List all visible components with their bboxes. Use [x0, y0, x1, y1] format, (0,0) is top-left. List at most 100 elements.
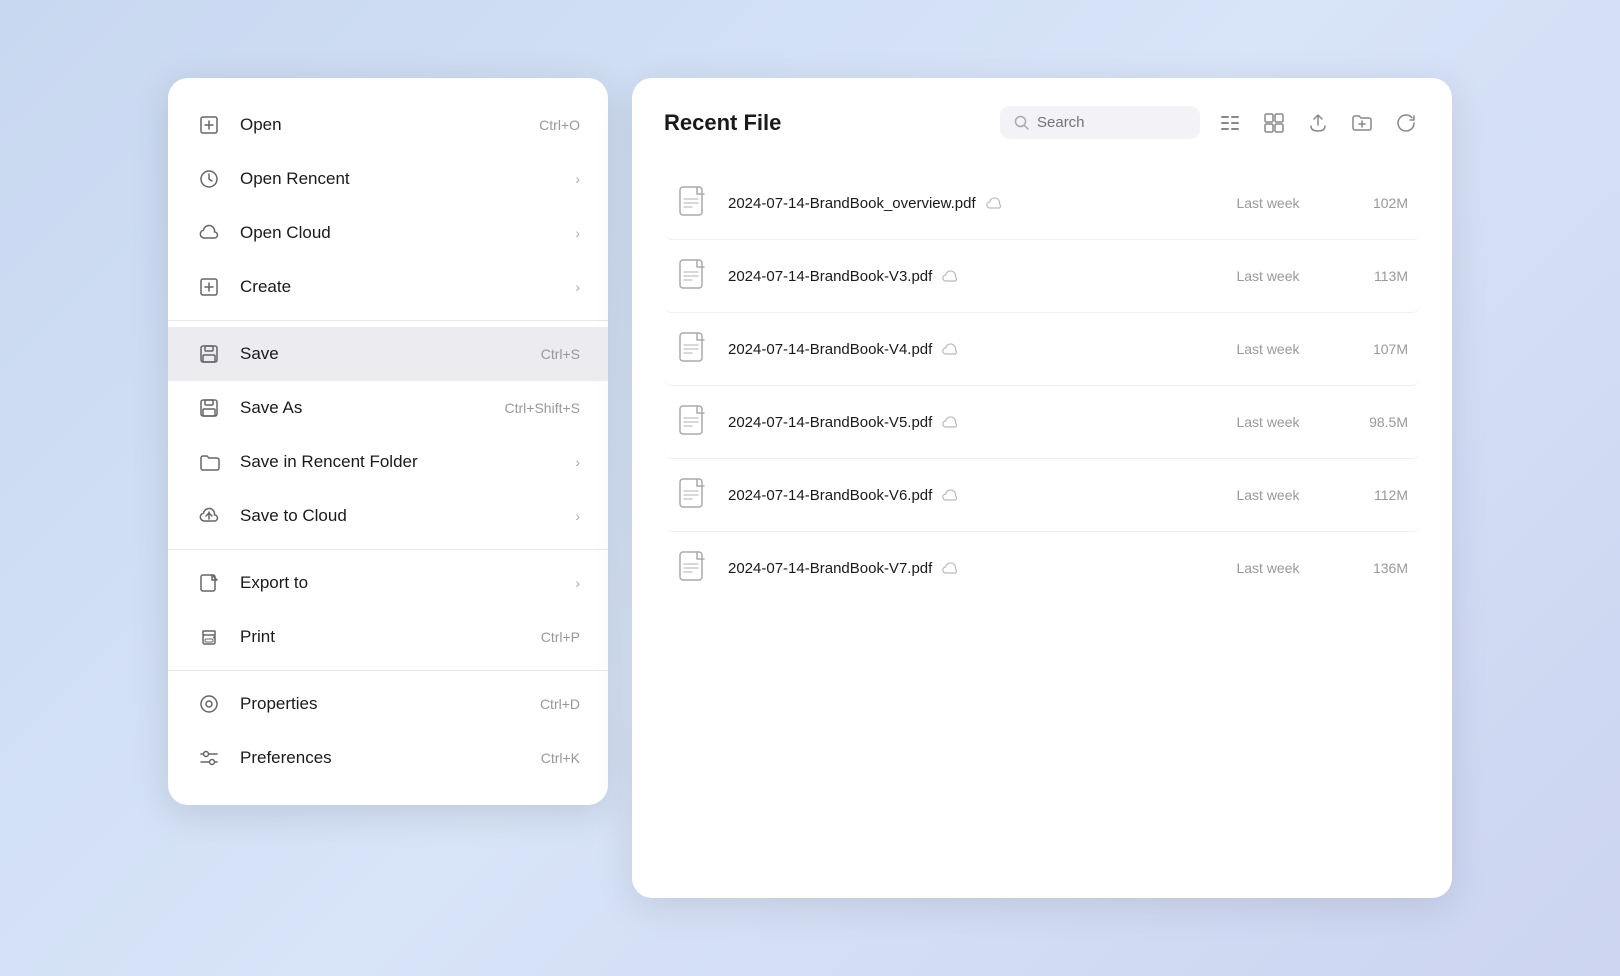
file-date: Last week	[1208, 268, 1328, 284]
file-panel: Recent File	[632, 78, 1452, 898]
menu-item-save-as[interactable]: Save AsCtrl+Shift+S	[168, 381, 608, 435]
menu-shortcut-save: Ctrl+S	[541, 346, 580, 362]
file-size: 102M	[1328, 195, 1408, 211]
table-row[interactable]: 2024-07-14-BrandBook-V3.pdfLast week113M	[664, 240, 1420, 313]
menu-shortcut-preferences: Ctrl+K	[541, 750, 580, 766]
file-name-group: 2024-07-14-BrandBook_overview.pdf	[728, 195, 1208, 212]
file-doc-icon	[676, 477, 712, 513]
menu-label-save-as: Save As	[240, 398, 505, 418]
file-name-group: 2024-07-14-BrandBook-V7.pdf	[728, 560, 1208, 577]
menu-icon-print	[196, 624, 222, 650]
menu-label-open-cloud: Open Cloud	[240, 223, 567, 243]
new-folder-icon[interactable]	[1348, 109, 1376, 137]
file-doc-icon	[676, 185, 712, 221]
menu-item-open-recent[interactable]: Open Rencent ›	[168, 152, 608, 206]
menu-label-properties: Properties	[240, 694, 540, 714]
menu-icon-create	[196, 274, 222, 300]
file-size: 136M	[1328, 560, 1408, 576]
menu-label-preferences: Preferences	[240, 748, 541, 768]
list-view-icon[interactable]	[1216, 109, 1244, 137]
menu-icon-open-recent	[196, 166, 222, 192]
file-size: 98.5M	[1328, 414, 1408, 430]
file-name: 2024-07-14-BrandBook-V6.pdf	[728, 487, 932, 504]
file-name: 2024-07-14-BrandBook-V5.pdf	[728, 414, 932, 431]
file-size: 107M	[1328, 341, 1408, 357]
table-row[interactable]: 2024-07-14-BrandBook-V5.pdf Last week98.5…	[664, 386, 1420, 459]
file-doc-icon	[676, 404, 712, 440]
file-name-group: 2024-07-14-BrandBook-V5.pdf	[728, 414, 1208, 431]
menu-divider	[168, 320, 608, 321]
file-doc-icon	[676, 331, 712, 367]
upload-icon[interactable]	[1304, 109, 1332, 137]
file-name: 2024-07-14-BrandBook-V7.pdf	[728, 560, 932, 577]
menu-item-save[interactable]: SaveCtrl+S	[168, 327, 608, 381]
file-doc-icon	[676, 258, 712, 294]
table-row[interactable]: 2024-07-14-BrandBook_overview.pdf Last we…	[664, 167, 1420, 240]
cloud-sync-icon	[942, 269, 960, 283]
table-row[interactable]: 2024-07-14-BrandBook-V6.pdf Last week112M	[664, 459, 1420, 532]
file-name: 2024-07-14-BrandBook_overview.pdf	[728, 195, 976, 212]
menu-shortcut-properties: Ctrl+D	[540, 696, 580, 712]
refresh-icon[interactable]	[1392, 109, 1420, 137]
toolbar-icons	[1216, 109, 1420, 137]
menu-arrow-open-recent: ›	[575, 171, 580, 187]
cloud-sync-icon	[986, 196, 1004, 210]
menu-item-export-to[interactable]: Export to›	[168, 556, 608, 610]
file-list: 2024-07-14-BrandBook_overview.pdf Last we…	[664, 167, 1420, 604]
menu-arrow-open-cloud: ›	[575, 225, 580, 241]
file-doc-icon	[676, 550, 712, 586]
menu-item-save-cloud[interactable]: Save to Cloud ›	[168, 489, 608, 543]
menu-icon-save	[196, 341, 222, 367]
search-input[interactable]	[1037, 114, 1177, 131]
menu-icon-open-cloud	[196, 220, 222, 246]
menu-arrow-save-cloud: ›	[575, 508, 580, 524]
menu-item-properties[interactable]: PropertiesCtrl+D	[168, 677, 608, 731]
menu-label-print: Print	[240, 627, 541, 647]
file-size: 112M	[1328, 487, 1408, 503]
menu-arrow-export-to: ›	[575, 575, 580, 591]
file-name: 2024-07-14-BrandBook-V3.pdf	[728, 268, 932, 285]
menu-icon-save-cloud	[196, 503, 222, 529]
file-date: Last week	[1208, 341, 1328, 357]
cloud-sync-icon	[942, 415, 960, 429]
menu-label-open: Open	[240, 115, 539, 135]
menu-icon-open	[196, 112, 222, 138]
file-date: Last week	[1208, 195, 1328, 211]
menu-item-create[interactable]: Create›	[168, 260, 608, 314]
table-row[interactable]: 2024-07-14-BrandBook-V4.pdf Last week107M	[664, 313, 1420, 386]
file-name: 2024-07-14-BrandBook-V4.pdf	[728, 341, 932, 358]
menu-icon-save-recent-folder	[196, 449, 222, 475]
menu-item-print[interactable]: PrintCtrl+P	[168, 610, 608, 664]
cloud-sync-icon	[942, 342, 960, 356]
menu-label-save: Save	[240, 344, 541, 364]
menu-item-open-cloud[interactable]: Open Cloud ›	[168, 206, 608, 260]
menu-label-save-cloud: Save to Cloud	[240, 506, 567, 526]
menu-icon-preferences	[196, 745, 222, 771]
file-date: Last week	[1208, 414, 1328, 430]
menu-panel: OpenCtrl+O Open Rencent › Open Cloud › Create…	[168, 78, 608, 805]
file-date: Last week	[1208, 487, 1328, 503]
cloud-sync-icon	[942, 561, 960, 575]
menu-icon-properties	[196, 691, 222, 717]
table-row[interactable]: 2024-07-14-BrandBook-V7.pdf Last week136M	[664, 532, 1420, 604]
menu-item-open[interactable]: OpenCtrl+O	[168, 98, 608, 152]
file-panel-header: Recent File	[664, 106, 1420, 139]
menu-item-save-recent-folder[interactable]: Save in Rencent Folder›	[168, 435, 608, 489]
app-container: OpenCtrl+O Open Rencent › Open Cloud › Create…	[128, 38, 1492, 938]
search-icon	[1014, 115, 1029, 130]
search-bar[interactable]	[1000, 106, 1200, 139]
file-date: Last week	[1208, 560, 1328, 576]
menu-icon-export-to	[196, 570, 222, 596]
menu-shortcut-open: Ctrl+O	[539, 117, 580, 133]
menu-arrow-save-recent-folder: ›	[575, 454, 580, 470]
menu-item-preferences[interactable]: PreferencesCtrl+K	[168, 731, 608, 785]
cloud-sync-icon	[942, 488, 960, 502]
menu-divider	[168, 549, 608, 550]
grid-view-icon[interactable]	[1260, 109, 1288, 137]
file-name-group: 2024-07-14-BrandBook-V6.pdf	[728, 487, 1208, 504]
menu-label-open-recent: Open Rencent	[240, 169, 567, 189]
menu-icon-save-as	[196, 395, 222, 421]
menu-shortcut-save-as: Ctrl+Shift+S	[505, 400, 580, 416]
file-name-group: 2024-07-14-BrandBook-V3.pdf	[728, 268, 1208, 285]
menu-divider	[168, 670, 608, 671]
